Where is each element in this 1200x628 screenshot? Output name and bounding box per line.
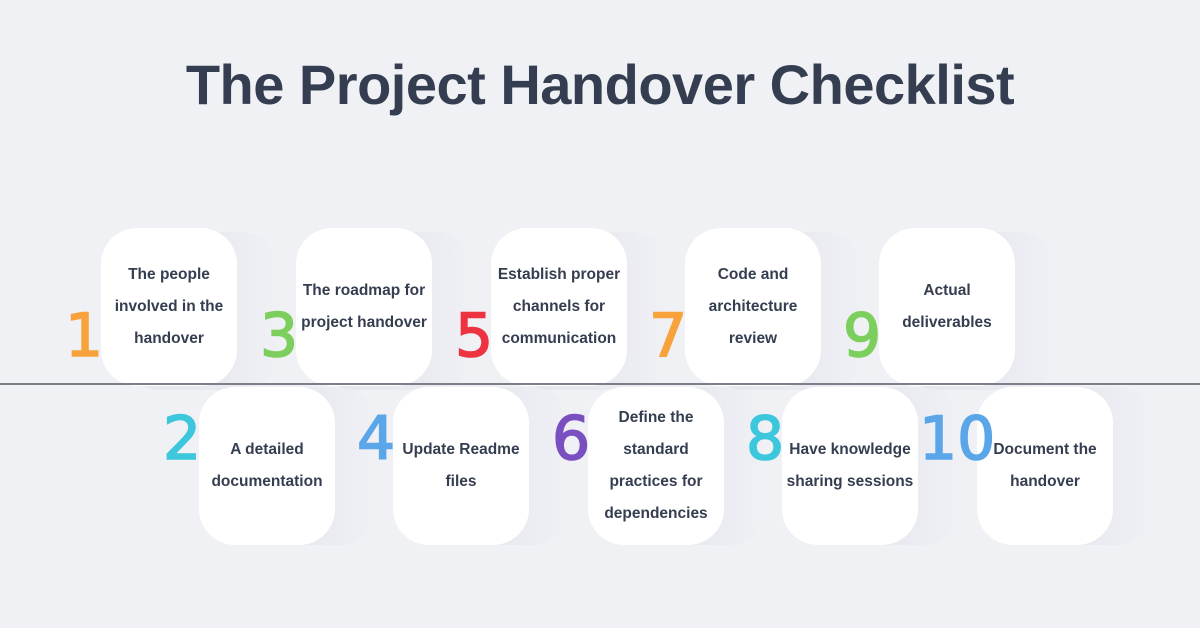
checklist-item-10: Document the handover — [977, 387, 1113, 545]
checklist-item-text: The people involved in the handover — [114, 266, 224, 347]
checklist-item-9: Actual deliverables — [879, 228, 1015, 386]
step-number: 3 — [259, 301, 299, 371]
step-number: 6 — [551, 404, 591, 474]
timeline-divider — [0, 383, 1200, 385]
step-number: 2 — [162, 404, 202, 474]
checklist-item-5: Establish proper channels for communicat… — [491, 228, 627, 386]
checklist-item-4: Update Readme files — [393, 387, 529, 545]
step-number: 9 — [842, 301, 882, 371]
checklist-item-text: Define the standard practices for depend… — [604, 409, 708, 522]
checklist-item-text: Document the handover — [993, 441, 1097, 490]
checklist-item-text: The roadmap for project handover — [301, 282, 427, 331]
step-number: 5 — [454, 301, 494, 371]
checklist-item-text: Have knowledge sharing sessions — [786, 441, 914, 490]
checklist-item-8: Have knowledge sharing sessions — [782, 387, 918, 545]
checklist-item-text: Update Readme files — [402, 441, 520, 490]
checklist-item-text: Code and architecture review — [708, 266, 798, 347]
checklist-item-3: The roadmap for project handover — [296, 228, 432, 386]
checklist-item-1: The people involved in the handover — [101, 228, 237, 386]
step-number: 4 — [356, 404, 396, 474]
page-title: The Project Handover Checklist — [185, 53, 1015, 116]
checklist-item-text: Establish proper channels for communicat… — [497, 266, 621, 347]
checklist-item-7: Code and architecture review — [685, 228, 821, 386]
step-number: 7 — [648, 301, 688, 371]
checklist-item-2: A detailed documentation — [199, 387, 335, 545]
step-number: 8 — [745, 404, 785, 474]
step-number: 1 — [64, 301, 104, 371]
checklist-item-text: Actual deliverables — [902, 282, 992, 331]
step-number: 10 — [918, 404, 996, 474]
checklist-item-6: Define the standard practices for depend… — [588, 387, 724, 545]
checklist-item-text: A detailed documentation — [211, 441, 323, 490]
